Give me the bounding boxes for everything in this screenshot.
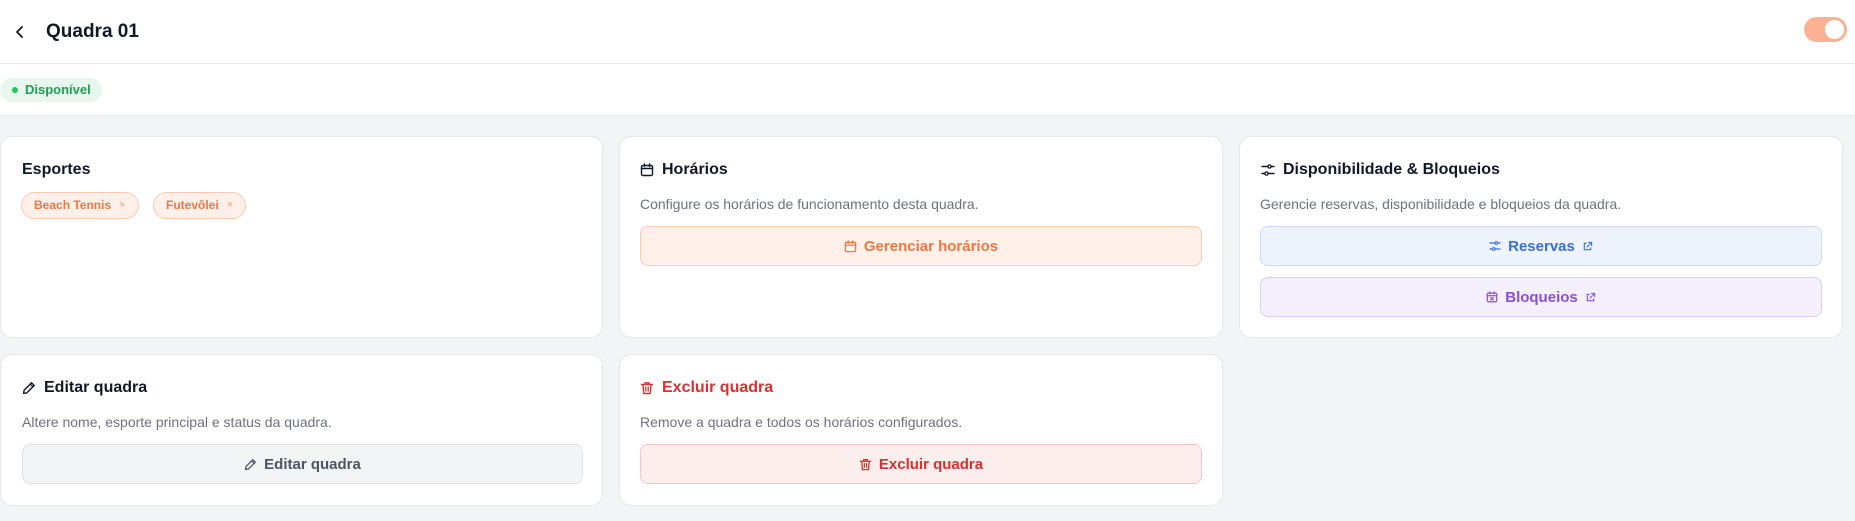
manage-schedule-button[interactable]: Gerenciar horários xyxy=(640,226,1202,266)
page-header: Quadra 01 xyxy=(0,0,1855,64)
delete-court-label: Excluir quadra xyxy=(878,455,984,473)
chip-label: Beach Tennis xyxy=(34,198,112,212)
sport-chip-futevolei: Futevôlei × xyxy=(153,192,247,219)
availability-title-text: Disponibilidade & Bloqueios xyxy=(1283,161,1500,178)
sliders-icon xyxy=(1261,164,1275,176)
chip-remove-icon[interactable]: × xyxy=(119,193,125,218)
status-bar: Disponível xyxy=(0,64,1855,116)
trash-icon xyxy=(640,382,654,395)
back-button[interactable] xyxy=(6,18,34,46)
chevron-left-icon xyxy=(16,26,23,38)
delete-card: Excluir quadra Remove a quadra e todos o… xyxy=(619,354,1223,506)
schedule-card: Horários Configure os horários de funcio… xyxy=(619,136,1223,338)
edit-card-title: Editar quadra xyxy=(22,377,147,399)
availability-card: Disponibilidade & Bloqueios Gerencie res… xyxy=(1239,136,1843,338)
calendar-icon xyxy=(844,239,857,252)
blocks-button[interactable]: Bloqueios xyxy=(1260,277,1822,317)
delete-court-button[interactable]: Excluir quadra xyxy=(640,444,1202,484)
chip-remove-icon[interactable]: × xyxy=(227,193,233,218)
schedule-description: Configure os horários de funcionamento d… xyxy=(640,196,979,212)
calendar-x-icon xyxy=(1486,291,1498,303)
manage-schedule-label: Gerenciar horários xyxy=(863,237,999,255)
availability-description: Gerencie reservas, disponibilidade e blo… xyxy=(1260,196,1622,212)
sports-card: Esportes xyxy=(0,136,603,338)
toggle-knob xyxy=(1825,20,1844,39)
delete-title-text: Excluir quadra xyxy=(662,379,774,396)
status-dot xyxy=(12,87,18,93)
availability-toggle[interactable] xyxy=(1804,17,1847,42)
reservations-label: Reservas xyxy=(1508,237,1575,255)
availability-card-title: Disponibilidade & Bloqueios xyxy=(1261,159,1500,181)
delete-card-title: Excluir quadra xyxy=(640,377,773,399)
delete-description: Remove a quadra e todos os horários conf… xyxy=(640,414,963,430)
sport-chip-beach-tennis: Beach Tennis × xyxy=(21,192,139,219)
edit-title-text: Editar quadra xyxy=(44,379,148,396)
schedule-title-text: Horários xyxy=(662,161,728,178)
calendar-icon xyxy=(640,163,654,177)
pencil-icon xyxy=(22,382,35,395)
edit-description: Altere nome, esporte principal e status … xyxy=(22,414,332,430)
edit-card: Editar quadra Altere nome, esporte princ… xyxy=(0,354,603,506)
external-link-icon xyxy=(1583,241,1593,250)
status-label: Disponível xyxy=(25,82,91,97)
sports-card-title: Esportes xyxy=(22,159,90,181)
sports-title-text: Esportes xyxy=(22,161,91,178)
pencil-icon xyxy=(244,458,257,470)
schedule-card-title: Horários xyxy=(640,159,728,181)
external-link-icon xyxy=(1586,292,1595,301)
edit-court-button[interactable]: Editar quadra xyxy=(22,444,583,484)
edit-court-label: Editar quadra xyxy=(264,455,361,473)
page-title: Quadra 01 xyxy=(46,21,139,42)
chip-label: Futevôlei xyxy=(166,198,219,212)
reservations-button[interactable]: Reservas xyxy=(1260,226,1822,266)
blocks-label: Bloqueios xyxy=(1505,288,1578,306)
sliders-icon xyxy=(1489,241,1501,251)
trash-icon xyxy=(859,458,872,470)
status-badge: Disponível xyxy=(0,78,102,102)
